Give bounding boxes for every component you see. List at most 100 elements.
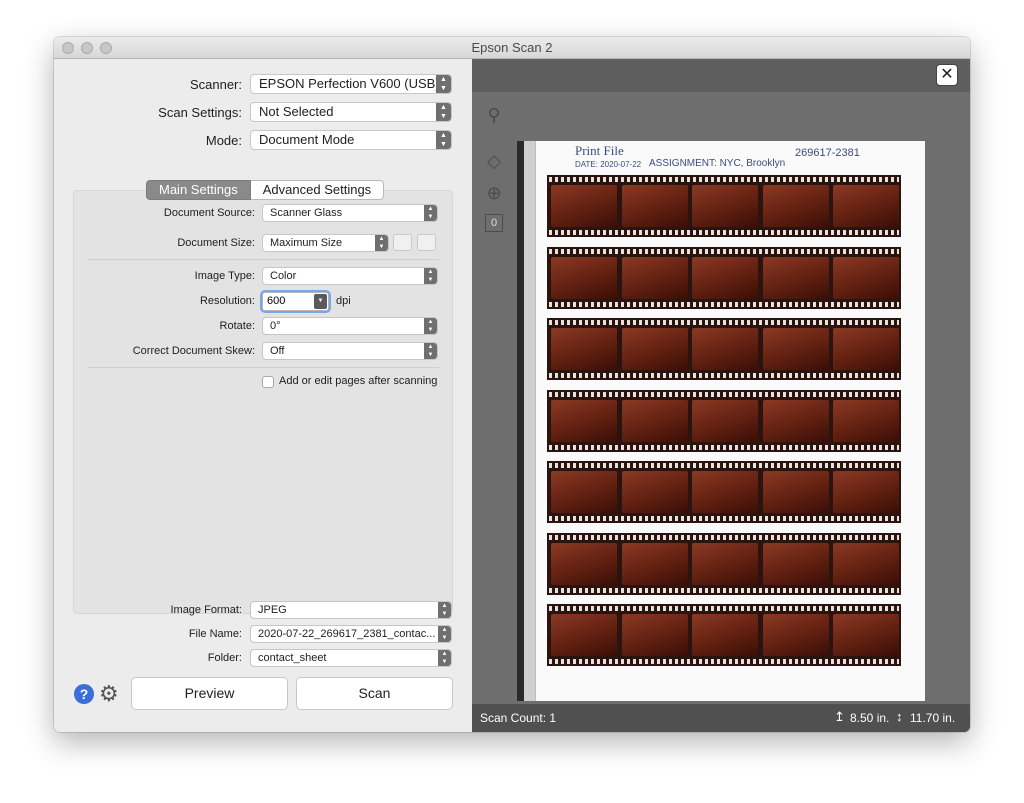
updown-arrows-icon: ▲ ▼	[438, 626, 451, 642]
film-frame	[762, 614, 829, 656]
film-frame	[551, 185, 617, 227]
film-strip	[547, 246, 901, 309]
film-frame	[762, 328, 829, 370]
image-type-select[interactable]: Color ▲ ▼	[262, 267, 438, 285]
film-strip	[547, 318, 901, 380]
resolution-combo[interactable]: 600 ▼	[262, 292, 329, 311]
help-icon[interactable]: ?	[74, 684, 94, 704]
preview-ruler	[517, 141, 536, 701]
status-bar: Scan Count: 1 ↥ 8.50 in. ↕ 11.70 in.	[472, 704, 970, 732]
gear-icon[interactable]: ⚙	[99, 682, 119, 706]
film-frame	[621, 328, 688, 370]
sheet-date: DATE: 2020-07-22	[575, 160, 642, 169]
window-title: Epson Scan 2	[471, 40, 553, 55]
add-marquee-icon[interactable]: ⊕	[483, 183, 505, 204]
divider	[87, 367, 439, 368]
film-strip	[547, 461, 901, 523]
preview-button[interactable]: Preview	[131, 677, 288, 710]
close-preview-button[interactable]: ✕	[936, 64, 958, 86]
add-pages-label: Add or edit pages after scanning	[279, 375, 438, 387]
folder-select[interactable]: contact_sheet ▲ ▼	[250, 649, 452, 667]
film-frame	[833, 328, 899, 370]
film-frame	[551, 542, 617, 585]
file-name-label: File Name:	[188, 628, 242, 640]
film-frame	[551, 399, 617, 442]
film-frame	[621, 614, 688, 656]
print-file-logo: Print File	[575, 143, 624, 158]
zoom-magnifier-icon[interactable]: ⚲	[483, 105, 505, 126]
rotate-select[interactable]: 0° ▲ ▼	[262, 317, 438, 335]
sheet-assignment: ASSIGNMENT: NYC, Brooklyn	[649, 158, 786, 169]
film-frame	[551, 471, 617, 513]
updown-arrows-icon: ▲ ▼	[424, 343, 437, 359]
film-frame	[762, 399, 829, 442]
settings-pane: Scanner: EPSON Perfection V600 (USB) ▲ ▼ …	[54, 59, 472, 732]
resolution-label: Resolution:	[199, 295, 255, 307]
settings-tabs: Main Settings Advanced Settings	[146, 180, 385, 200]
scan-button[interactable]: Scan	[296, 677, 453, 710]
film-frame	[692, 542, 758, 585]
film-strip	[547, 532, 901, 595]
film-strip	[547, 604, 901, 666]
scanner-label: Scanner:	[189, 77, 242, 92]
preview-image[interactable]: Print File DATE: 2020-07-22 ASSIGNMENT: …	[517, 141, 925, 701]
document-source-select[interactable]: Scanner Glass ▲ ▼	[262, 204, 438, 222]
height-icon: ↕	[896, 709, 903, 724]
eraser-icon[interactable]: ◇	[483, 151, 505, 172]
image-type-label: Image Type:	[194, 270, 255, 282]
document-size-select[interactable]: Maximum Size ▲ ▼	[262, 234, 389, 252]
image-format-select[interactable]: JPEG ▲ ▼	[250, 601, 452, 619]
updown-arrows-icon: ▲ ▼	[424, 318, 437, 334]
scan-settings-select[interactable]: Not Selected ▲ ▼	[250, 102, 452, 122]
film-frame	[762, 542, 829, 585]
add-pages-checkbox[interactable]	[262, 376, 274, 388]
preview-pane: ✕ ⚲ ◇ ⊕ 0 Print File DATE: 2020-07-22 AS…	[472, 59, 970, 732]
tab-advanced-settings[interactable]: Advanced Settings	[250, 180, 385, 200]
image-format-label: Image Format:	[170, 604, 242, 616]
updown-arrows-icon: ▲ ▼	[424, 205, 437, 221]
rotate-label: Rotate:	[219, 320, 255, 332]
film-frame	[833, 399, 899, 442]
landscape-orientation-icon[interactable]	[393, 234, 412, 251]
tab-main-settings[interactable]: Main Settings	[146, 180, 251, 200]
scan-width: 8.50 in.	[850, 711, 890, 725]
title-bar: Epson Scan 2	[54, 37, 970, 59]
skew-label: Correct Document Skew:	[132, 345, 255, 357]
film-strip	[547, 389, 901, 452]
film-frame	[833, 256, 899, 299]
updown-arrows-icon: ▲ ▼	[436, 131, 451, 149]
film-frame	[621, 256, 688, 299]
film-frame	[692, 471, 758, 513]
sheet-number: 269617-2381	[795, 147, 860, 159]
film-frame	[621, 399, 688, 442]
scan-height: 11.70 in.	[910, 711, 956, 725]
film-frame	[692, 185, 758, 227]
film-frame	[692, 328, 758, 370]
film-frame	[833, 185, 899, 227]
scanner-select[interactable]: EPSON Perfection V600 (USB) ▲ ▼	[250, 74, 452, 94]
film-frame	[833, 471, 899, 513]
film-frame	[621, 185, 688, 227]
resolution-unit: dpi	[336, 295, 351, 307]
main-settings-group	[73, 190, 453, 614]
film-frame	[692, 614, 758, 656]
film-frame	[621, 542, 688, 585]
epson-scan-window: Epson Scan 2 Scanner: EPSON Perfection V…	[54, 37, 970, 732]
file-name-select[interactable]: 2020-07-22_269617_2381_contac... ▲ ▼	[250, 625, 452, 643]
mode-select[interactable]: Document Mode ▲ ▼	[250, 130, 452, 150]
contact-sheet-header: Print File DATE: 2020-07-22 ASSIGNMENT: …	[549, 141, 909, 173]
film-frame	[692, 399, 758, 442]
film-frame	[762, 185, 829, 227]
updown-arrows-icon: ▲ ▼	[438, 650, 451, 666]
film-frame	[833, 614, 899, 656]
divider	[87, 259, 439, 260]
width-icon: ↥	[834, 709, 845, 724]
skew-select[interactable]: Off ▲ ▼	[262, 342, 438, 360]
scan-settings-label: Scan Settings:	[158, 105, 242, 120]
updown-arrows-icon: ▲ ▼	[438, 602, 451, 618]
document-source-label: Document Source:	[163, 207, 255, 219]
portrait-orientation-icon[interactable]	[417, 234, 436, 251]
updown-arrows-icon: ▲ ▼	[375, 235, 388, 251]
chevron-down-icon: ▼	[314, 294, 327, 309]
film-frame	[551, 256, 617, 299]
